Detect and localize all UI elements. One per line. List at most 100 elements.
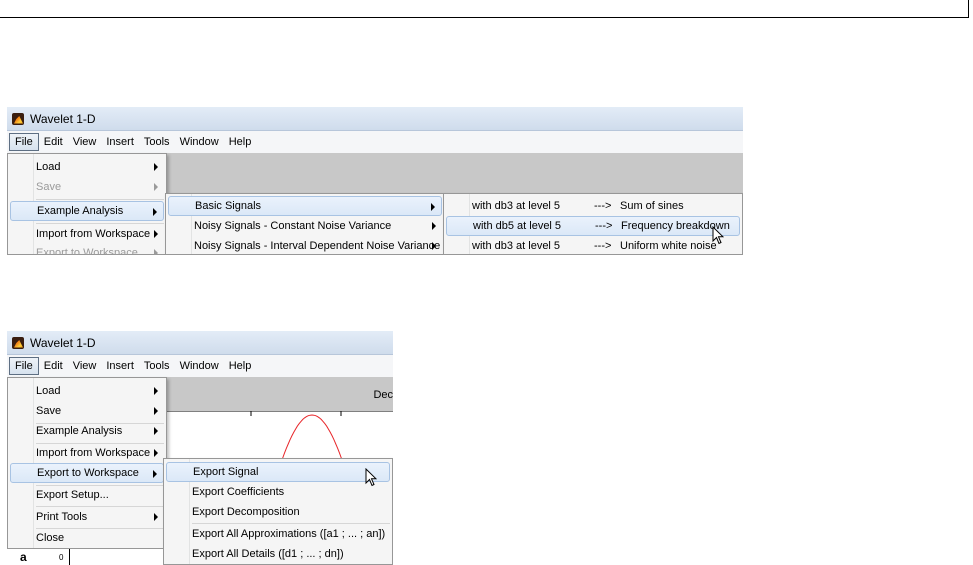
menu-item-example-analysis[interactable]: Example Analysis	[10, 201, 164, 221]
menu-item-label: Basic Signals	[195, 200, 262, 212]
command-arrow: --->	[595, 220, 613, 232]
menu-item-basic-signals[interactable]: Basic Signals	[168, 196, 442, 216]
command-prefix: with db3 at level 5	[472, 200, 561, 212]
menu-item-print-tools[interactable]: Print Tools	[10, 507, 164, 527]
menu-item-label: Export to Workspace	[36, 247, 138, 255]
menu-tools[interactable]: Tools	[139, 357, 175, 375]
menu-item-import-from-workspace[interactable]: Import from Workspace	[10, 443, 164, 463]
submenu-arrow-icon	[432, 222, 436, 230]
menu-item-label: Close	[36, 532, 65, 544]
figure-toolbar-strip: Dec	[167, 377, 393, 411]
file-menu: Load Save Example Analysis Import from W…	[7, 377, 167, 549]
submenu-arrow-icon	[154, 449, 158, 457]
axis-tick-label: 0	[59, 553, 64, 562]
menu-edit[interactable]: Edit	[39, 133, 68, 151]
submenu-arrow-icon	[154, 249, 158, 255]
menu-item-label: Save	[36, 181, 62, 193]
menu-item-sum-of-sines[interactable]: with db3 at level 5 ---> Sum of sines	[446, 196, 740, 216]
menu-item-noisy-interval[interactable]: Noisy Signals - Interval Dependent Noise…	[168, 236, 442, 255]
submenu-arrow-icon	[432, 242, 436, 250]
menu-item-noisy-constant[interactable]: Noisy Signals - Constant Noise Variance	[168, 216, 442, 236]
menu-item-label: Import from Workspace	[36, 228, 151, 240]
window-title: Wavelet 1-D	[30, 111, 96, 126]
menu-item-save[interactable]: Save	[10, 401, 164, 421]
menu-item-export-to-workspace[interactable]: Export to Workspace	[10, 463, 164, 483]
menu-item-export-setup[interactable]: Export Setup...	[10, 485, 164, 505]
menu-item-label: Export All Approximations ([a1 ; ... ; a…	[192, 528, 386, 540]
menu-item-export-to-workspace[interactable]: Export to Workspace	[10, 243, 164, 255]
menu-tools[interactable]: Tools	[139, 133, 175, 151]
menu-item-label: Save	[36, 405, 62, 417]
menu-item-export-all-approximations[interactable]: Export All Approximations ([a1 ; ... ; a…	[166, 524, 390, 544]
menubar: File Edit View Insert Tools Window Help	[7, 131, 743, 153]
menu-item-frequency-breakdown[interactable]: with db5 at level 5 ---> Frequency break…	[446, 216, 740, 236]
submenu-arrow-icon	[154, 183, 158, 191]
submenu-arrow-icon	[153, 470, 157, 478]
panel-label: Dec	[373, 389, 393, 401]
menu-file[interactable]: File	[9, 357, 39, 375]
menu-item-label: Noisy Signals - Constant Noise Variance	[194, 220, 392, 232]
menu-item-label: Load	[36, 161, 61, 173]
menu-item-label: Import from Workspace	[36, 447, 151, 459]
menu-item-export-decomposition[interactable]: Export Decomposition	[166, 502, 390, 522]
window-titlebar: Wavelet 1-D	[7, 331, 393, 355]
menu-help[interactable]: Help	[224, 133, 257, 151]
menu-help[interactable]: Help	[224, 357, 257, 375]
menu-insert[interactable]: Insert	[101, 357, 139, 375]
menu-item-label: Example Analysis	[37, 205, 124, 217]
menu-separator	[36, 199, 164, 200]
menu-item-label: Noisy Signals - Interval Dependent Noise…	[194, 240, 441, 252]
menu-window[interactable]: Window	[175, 357, 224, 375]
menu-item-label: Export Signal	[193, 466, 259, 478]
menu-item-export-signal[interactable]: Export Signal	[166, 462, 390, 482]
mouse-pointer-icon	[365, 468, 377, 487]
axis-label: a	[20, 550, 27, 564]
submenu-arrow-icon	[153, 208, 157, 216]
command-label: Sum of sines	[620, 200, 684, 212]
file-menu: Load Save Example Analysis Import from W…	[7, 153, 167, 255]
menu-item-load[interactable]: Load	[10, 157, 164, 177]
mouse-pointer-icon	[712, 226, 724, 245]
menu-item-label: Example Analysis	[36, 425, 123, 437]
submenu-arrow-icon	[154, 427, 158, 435]
menu-item-label: Print Tools	[36, 511, 88, 523]
command-prefix: with db3 at level 5	[472, 240, 561, 252]
submenu-arrow-icon	[154, 407, 158, 415]
menu-item-label: Export Setup...	[36, 489, 109, 501]
menu-item-example-analysis[interactable]: Example Analysis	[10, 421, 164, 441]
menu-item-uniform-white-noise[interactable]: with db3 at level 5 ---> Uniform white n…	[446, 236, 740, 255]
basic-signals-submenu: with db3 at level 5 ---> Sum of sines wi…	[443, 193, 743, 255]
menu-item-close[interactable]: Close	[10, 528, 164, 548]
matlab-logo-icon	[12, 336, 24, 349]
menu-insert[interactable]: Insert	[101, 133, 139, 151]
screenshot-export-to-workspace: Wavelet 1-D File Edit View Insert Tools …	[7, 331, 393, 565]
menubar: File Edit View Insert Tools Window Help	[7, 355, 393, 377]
example-analysis-submenu: Basic Signals Noisy Signals - Constant N…	[165, 193, 445, 255]
window-title: Wavelet 1-D	[30, 335, 96, 350]
menu-edit[interactable]: Edit	[39, 357, 68, 375]
window-titlebar: Wavelet 1-D	[7, 107, 743, 131]
menu-view[interactable]: View	[68, 357, 102, 375]
menu-item-import-from-workspace[interactable]: Import from Workspace	[10, 224, 164, 244]
command-prefix: with db5 at level 5	[473, 220, 562, 232]
menu-item-export-coefficients[interactable]: Export Coefficients	[166, 482, 390, 502]
menu-item-label: Export to Workspace	[37, 467, 139, 479]
submenu-arrow-icon	[154, 387, 158, 395]
command-arrow: --->	[594, 200, 612, 212]
export-submenu: Export Signal Export Coefficients Export…	[163, 458, 393, 565]
axis-line	[69, 549, 70, 565]
menu-item-label: Load	[36, 385, 61, 397]
menu-item-label: Export All Details ([d1 ; ... ; dn])	[192, 548, 344, 560]
screenshot-example-analysis: Wavelet 1-D File Edit View Insert Tools …	[7, 107, 743, 255]
submenu-arrow-icon	[154, 513, 158, 521]
menu-view[interactable]: View	[68, 133, 102, 151]
menu-file[interactable]: File	[9, 133, 39, 151]
menu-item-save[interactable]: Save	[10, 177, 164, 197]
submenu-arrow-icon	[431, 203, 435, 211]
menu-item-load[interactable]: Load	[10, 381, 164, 401]
matlab-logo-icon	[12, 112, 24, 125]
command-label: Uniform white noise	[620, 240, 717, 252]
menu-window[interactable]: Window	[175, 133, 224, 151]
menu-item-export-all-details[interactable]: Export All Details ([d1 ; ... ; dn])	[166, 544, 390, 564]
submenu-arrow-icon	[154, 230, 158, 238]
